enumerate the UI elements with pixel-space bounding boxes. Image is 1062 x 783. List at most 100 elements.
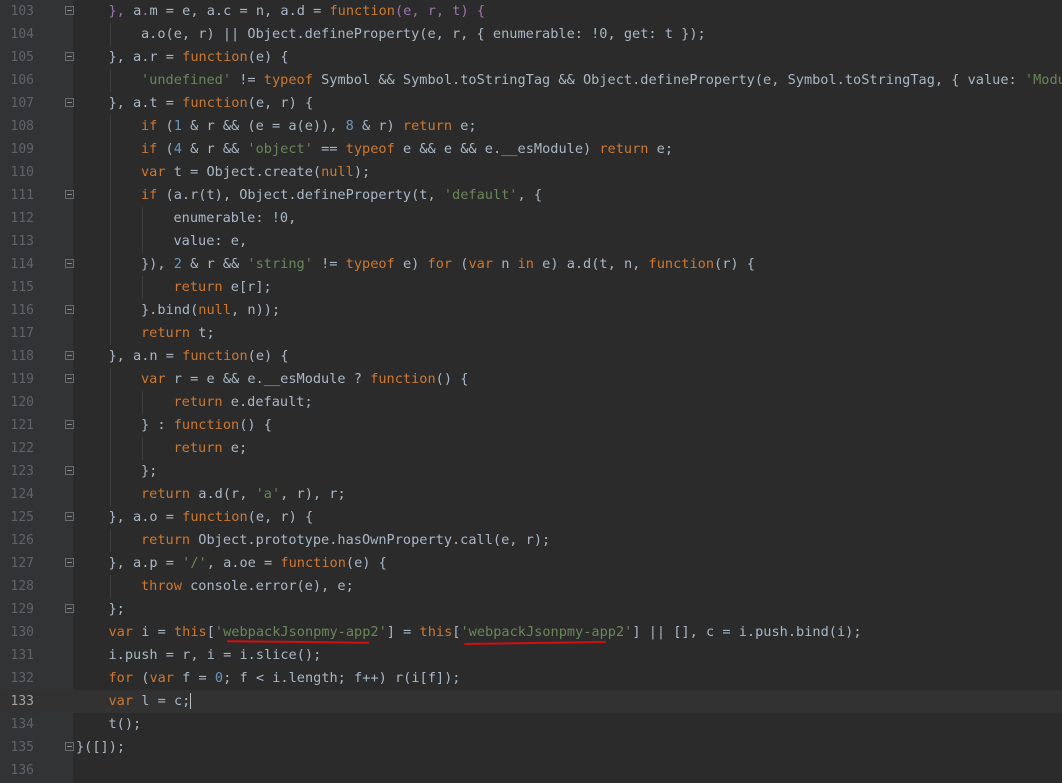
code-line[interactable]: 132 for (var f = 0; f < i.length; f++) r(…: [0, 667, 1062, 690]
code-text[interactable]: 'undefined' != typeof Symbol && Symbol.t…: [141, 69, 1062, 92]
code-editor[interactable]: 103}, a.m = e, a.c = n, a.d = function(e…: [0, 0, 1062, 783]
code-line[interactable]: 104 a.o(e, r) || Object.defineProperty(e,…: [0, 23, 1062, 46]
code-line[interactable]: 123};: [0, 460, 1062, 483]
code-line[interactable]: 105}, a.r = function(e) {: [0, 46, 1062, 69]
code-token: t = Object.create(: [165, 164, 322, 180]
code-text[interactable]: return e[r];: [174, 276, 272, 299]
fold-toggle-icon[interactable]: [65, 420, 74, 429]
code-text[interactable]: var r = e && e.__esModule ? function() {: [141, 368, 468, 391]
line-number: 125: [10, 510, 34, 525]
fold-toggle-icon[interactable]: [65, 190, 74, 199]
code-line[interactable]: 107}, a.t = function(e, r) {: [0, 92, 1062, 115]
line-number: 111: [10, 188, 34, 203]
code-line[interactable]: 119 var r = e && e.__esModule ? function(…: [0, 368, 1062, 391]
code-text[interactable]: if (a.r(t), Object.defineProperty(t, 'de…: [141, 184, 542, 207]
code-text[interactable]: var l = c;: [109, 690, 192, 713]
code-text[interactable]: enumerable: !0,: [174, 207, 297, 230]
code-text[interactable]: }, a.p = '/', a.oe = function(e) {: [109, 552, 387, 575]
code-line[interactable]: 106 'undefined' != typeof Symbol && Symbo…: [0, 69, 1062, 92]
code-line[interactable]: 126 return Object.prototype.hasOwnPropert…: [0, 529, 1062, 552]
code-text[interactable]: };: [109, 598, 125, 621]
code-text[interactable]: throw console.error(e), e;: [141, 575, 354, 598]
code-line[interactable]: 103}, a.m = e, a.c = n, a.d = function(e…: [0, 0, 1062, 23]
code-text[interactable]: return Object.prototype.hasOwnProperty.c…: [141, 529, 550, 552]
fold-toggle-icon[interactable]: [65, 98, 74, 107]
fold-toggle-icon[interactable]: [65, 466, 74, 475]
code-line[interactable]: 108 if (1 & r && (e = a(e)), 8 & r) retur…: [0, 115, 1062, 138]
indent-guide: [109, 161, 111, 184]
code-line[interactable]: 115 return e[r];: [0, 276, 1062, 299]
line-number: 132: [10, 671, 34, 686]
code-text[interactable]: t();: [109, 713, 142, 736]
code-line[interactable]: 113 value: e,: [0, 230, 1062, 253]
code-text[interactable]: }, a.m = e, a.c = n, a.d = function(e, r…: [109, 0, 486, 23]
code-text[interactable]: for (var f = 0; f < i.length; f++) r(i[f…: [109, 667, 461, 690]
code-line[interactable]: 127}, a.p = '/', a.oe = function(e) {: [0, 552, 1062, 575]
code-text[interactable]: return a.d(r, 'a', r), r;: [141, 483, 346, 506]
code-text[interactable]: a.o(e, r) || Object.defineProperty(e, r,…: [141, 23, 706, 46]
code-text[interactable]: }, a.t = function(e, r) {: [109, 92, 314, 115]
line-number: 104: [10, 27, 34, 42]
fold-toggle-icon[interactable]: [65, 604, 74, 613]
code-line[interactable]: 116}.bind(null, n));: [0, 299, 1062, 322]
code-line[interactable]: 125 }, a.o = function(e, r) {: [0, 506, 1062, 529]
code-text[interactable]: }), 2 & r && 'string' != typeof e) for (…: [141, 253, 755, 276]
code-line[interactable]: 124 return a.d(r, 'a', r), r;: [0, 483, 1062, 506]
fold-toggle-icon[interactable]: [65, 305, 74, 314]
code-text[interactable]: }, a.o = function(e, r) {: [109, 506, 314, 529]
indent-guide: [142, 230, 143, 253]
code-text[interactable]: value: e,: [174, 230, 248, 253]
code-text[interactable]: } : function() {: [141, 414, 272, 437]
code-token: e;: [648, 141, 674, 157]
code-token: (e, r) {: [247, 509, 314, 525]
code-text[interactable]: if (4 & r && 'object' == typeof e && e &…: [141, 138, 673, 161]
code-token: function: [329, 3, 395, 19]
code-line[interactable]: 118}, a.n = function(e) {: [0, 345, 1062, 368]
code-line[interactable]: 110 var t = Object.create(null);: [0, 161, 1062, 184]
code-text[interactable]: var i = this['webpackJsonpmy-app2'] = th…: [109, 621, 862, 644]
code-line[interactable]: 111 if (a.r(t), Object.defineProperty(t, …: [0, 184, 1062, 207]
code-line[interactable]: 130 var i = this['webpackJsonpmy-app2'] =…: [0, 621, 1062, 644]
fold-toggle-icon[interactable]: [65, 6, 74, 15]
fold-toggle-icon[interactable]: [65, 351, 74, 360]
fold-toggle-icon[interactable]: [65, 742, 74, 751]
code-line[interactable]: 121} : function() {: [0, 414, 1062, 437]
code-token: 'default': [443, 187, 518, 203]
fold-toggle-icon[interactable]: [65, 259, 74, 268]
code-line[interactable]: 112 enumerable: !0,: [0, 207, 1062, 230]
code-text[interactable]: return e.default;: [174, 391, 313, 414]
code-text[interactable]: }, a.r = function(e) {: [109, 46, 289, 69]
code-text[interactable]: }([]);: [76, 736, 125, 759]
code-line[interactable]: 122 return e;: [0, 437, 1062, 460]
fold-toggle-icon[interactable]: [65, 512, 74, 521]
current-code-line[interactable]: 133 var l = c;: [0, 690, 1062, 713]
code-line[interactable]: 114}), 2 & r && 'string' != typeof e) fo…: [0, 253, 1062, 276]
code-line[interactable]: 135}([]);: [0, 736, 1062, 759]
code-token: , n));: [231, 302, 281, 318]
code-line[interactable]: 120 return e.default;: [0, 391, 1062, 414]
fold-toggle-icon[interactable]: [65, 374, 74, 383]
code-line[interactable]: 131 i.push = r, i = i.slice();: [0, 644, 1062, 667]
code-text[interactable]: var t = Object.create(null);: [141, 161, 370, 184]
code-text[interactable]: i.push = r, i = i.slice();: [109, 644, 322, 667]
code-token: return: [141, 532, 191, 548]
indent-guide: [109, 184, 111, 207]
code-text[interactable]: };: [141, 460, 157, 483]
indent-guide: [109, 437, 111, 460]
code-line[interactable]: 128 throw console.error(e), e;: [0, 575, 1062, 598]
indent-guide: [109, 115, 111, 138]
code-line[interactable]: 136: [0, 759, 1062, 782]
code-text[interactable]: return t;: [141, 322, 215, 345]
code-line[interactable]: 109 if (4 & r && 'object' == typeof e && …: [0, 138, 1062, 161]
code-line[interactable]: 134 t();: [0, 713, 1062, 736]
code-token: (e) {: [247, 348, 289, 364]
code-line[interactable]: 129};: [0, 598, 1062, 621]
code-text[interactable]: }.bind(null, n));: [141, 299, 280, 322]
code-token: & r): [353, 118, 403, 134]
code-text[interactable]: return e;: [174, 437, 248, 460]
fold-toggle-icon[interactable]: [65, 558, 74, 567]
code-line[interactable]: 117 return t;: [0, 322, 1062, 345]
fold-toggle-icon[interactable]: [65, 52, 74, 61]
code-text[interactable]: }, a.n = function(e) {: [109, 345, 289, 368]
code-text[interactable]: if (1 & r && (e = a(e)), 8 & r) return e…: [141, 115, 477, 138]
